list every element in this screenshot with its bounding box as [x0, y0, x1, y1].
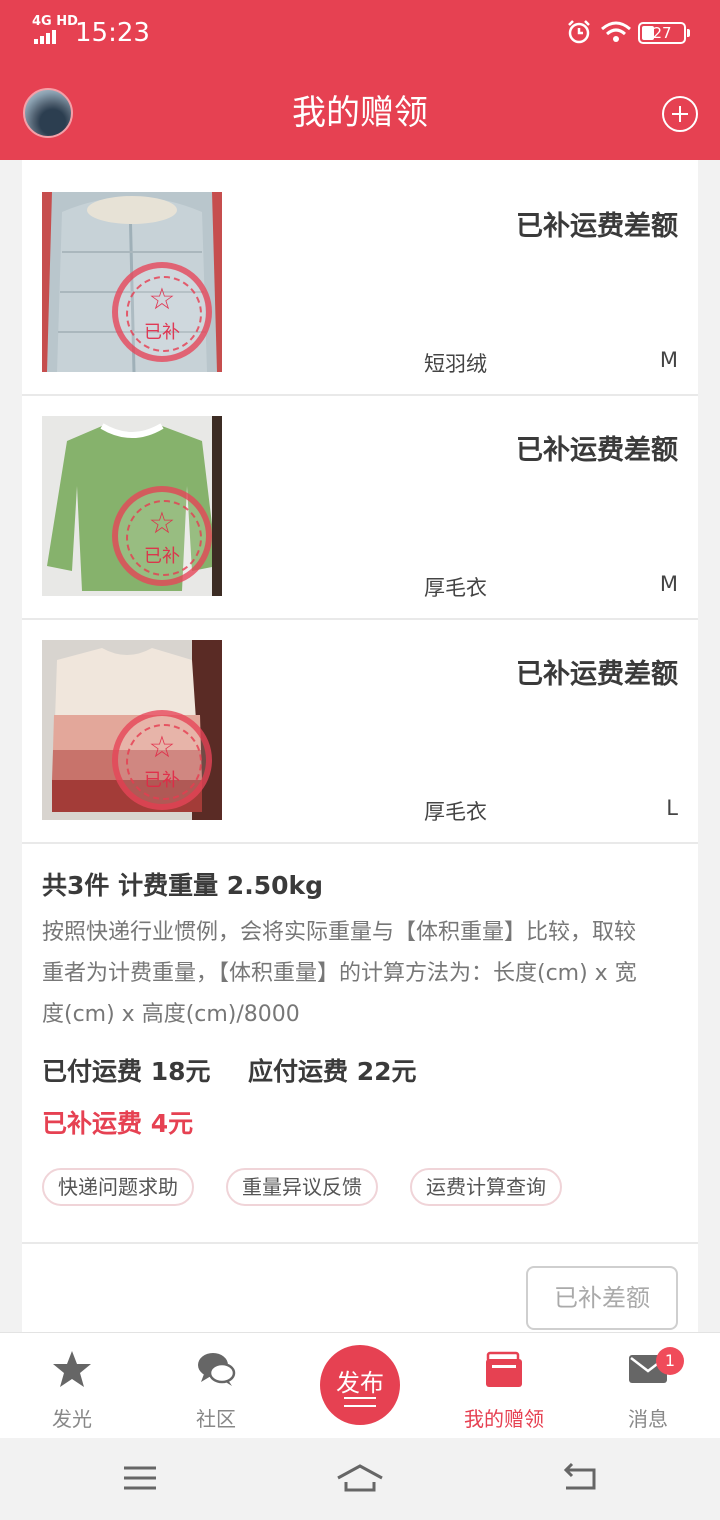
system-nav-bar: [0, 1438, 720, 1520]
tab-label: 我的赠领: [464, 1407, 544, 1431]
chip-fee-calculator[interactable]: 运费计算查询: [410, 1168, 562, 1206]
publish-button[interactable]: 发布: [320, 1345, 400, 1425]
tab-label: 消息: [628, 1407, 668, 1431]
list-item[interactable]: ☆ 已补 已补运费差额 厚毛衣 M: [22, 396, 698, 620]
home-icon[interactable]: [336, 1460, 384, 1496]
stamp-label: 已补: [144, 546, 180, 567]
star-icon: [53, 1351, 91, 1387]
item-size: M: [659, 572, 678, 596]
paid-shipping: 已付运费 18元: [42, 1057, 211, 1086]
status-time: 15:23: [75, 18, 150, 48]
item-name: 短羽绒: [424, 352, 487, 376]
donation-list: ☆ 已补 已补运费差额 短羽绒 M ☆ 已补 已补运费差额 厚毛衣 M ☆ 已补…: [22, 160, 698, 1332]
bottom-tab-bar: 发光 社区 发布 我的赠领 消息 1: [0, 1332, 720, 1438]
app-header: 4G HD 15:23 27 我的赠领: [0, 0, 720, 160]
back-icon[interactable]: [560, 1460, 600, 1496]
publish-icon: [344, 1397, 376, 1407]
paid-difference-button[interactable]: 已补差额: [526, 1266, 678, 1330]
item-thumbnail: ☆ 已补: [42, 192, 222, 372]
signal-bars-icon: [34, 30, 62, 44]
battery-icon: 27: [638, 22, 690, 44]
battery-level: 27: [652, 24, 672, 42]
add-circle-icon[interactable]: [662, 96, 698, 132]
due-shipping: 应付运费 22元: [248, 1057, 417, 1086]
tab-community[interactable]: 社区: [144, 1333, 288, 1439]
stamp-label: 已补: [144, 322, 180, 343]
star-stamp-icon: ☆ 已补: [112, 710, 212, 810]
item-size: M: [659, 348, 678, 372]
wifi-icon: [601, 21, 631, 42]
item-status: 已补运费差额: [516, 435, 678, 466]
total-weight: 共3件 计费重量 2.50kg: [42, 871, 324, 900]
item-status: 已补运费差额: [516, 659, 678, 690]
menu-icon[interactable]: [120, 1460, 160, 1496]
tab-messages[interactable]: 消息: [576, 1333, 720, 1439]
star-stamp-icon: ☆ 已补: [112, 262, 212, 362]
tab-glow[interactable]: 发光: [0, 1333, 144, 1439]
item-thumbnail: ☆ 已补: [42, 640, 222, 820]
list-item[interactable]: ☆ 已补 已补运费差额 短羽绒 M: [22, 172, 698, 396]
list-item[interactable]: ☆ 已补 已补运费差额 厚毛衣 L: [22, 620, 698, 844]
shipping-summary: 共3件 计费重量 2.50kg 按照快递行业惯例，会将实际重量与【体积重量】比较…: [22, 844, 698, 1244]
item-size: L: [666, 796, 678, 820]
chat-bubbles-icon: [198, 1353, 236, 1386]
tab-my-donations[interactable]: 我的赠领: [432, 1333, 576, 1439]
stamp-label: 已补: [144, 770, 180, 791]
publish-label: 发布: [336, 1369, 384, 1397]
tab-label: 社区: [196, 1407, 236, 1431]
item-name: 厚毛衣: [424, 800, 487, 824]
message-badge: 1: [656, 1347, 684, 1375]
item-name: 厚毛衣: [424, 576, 487, 600]
wallet-icon: [486, 1351, 522, 1387]
item-status: 已补运费差额: [516, 211, 678, 242]
item-thumbnail: ☆ 已补: [42, 416, 222, 596]
chip-weight-dispute[interactable]: 重量异议反馈: [226, 1168, 378, 1206]
status-bar: 4G HD 15:23 27: [0, 0, 720, 66]
network-indicator: 4G HD: [32, 14, 78, 29]
extra-shipping: 已补运费 4元: [42, 1109, 194, 1138]
chip-courier-help[interactable]: 快递问题求助: [42, 1168, 194, 1206]
star-stamp-icon: ☆ 已补: [112, 486, 212, 586]
page-title: 我的赠领: [292, 93, 428, 133]
weight-note: 按照快递行业惯例，会将实际重量与【体积重量】比较，取较重者为计费重量，【体积重量…: [42, 920, 637, 1027]
alarm-icon: [568, 20, 590, 44]
tab-label: 发光: [52, 1407, 92, 1431]
